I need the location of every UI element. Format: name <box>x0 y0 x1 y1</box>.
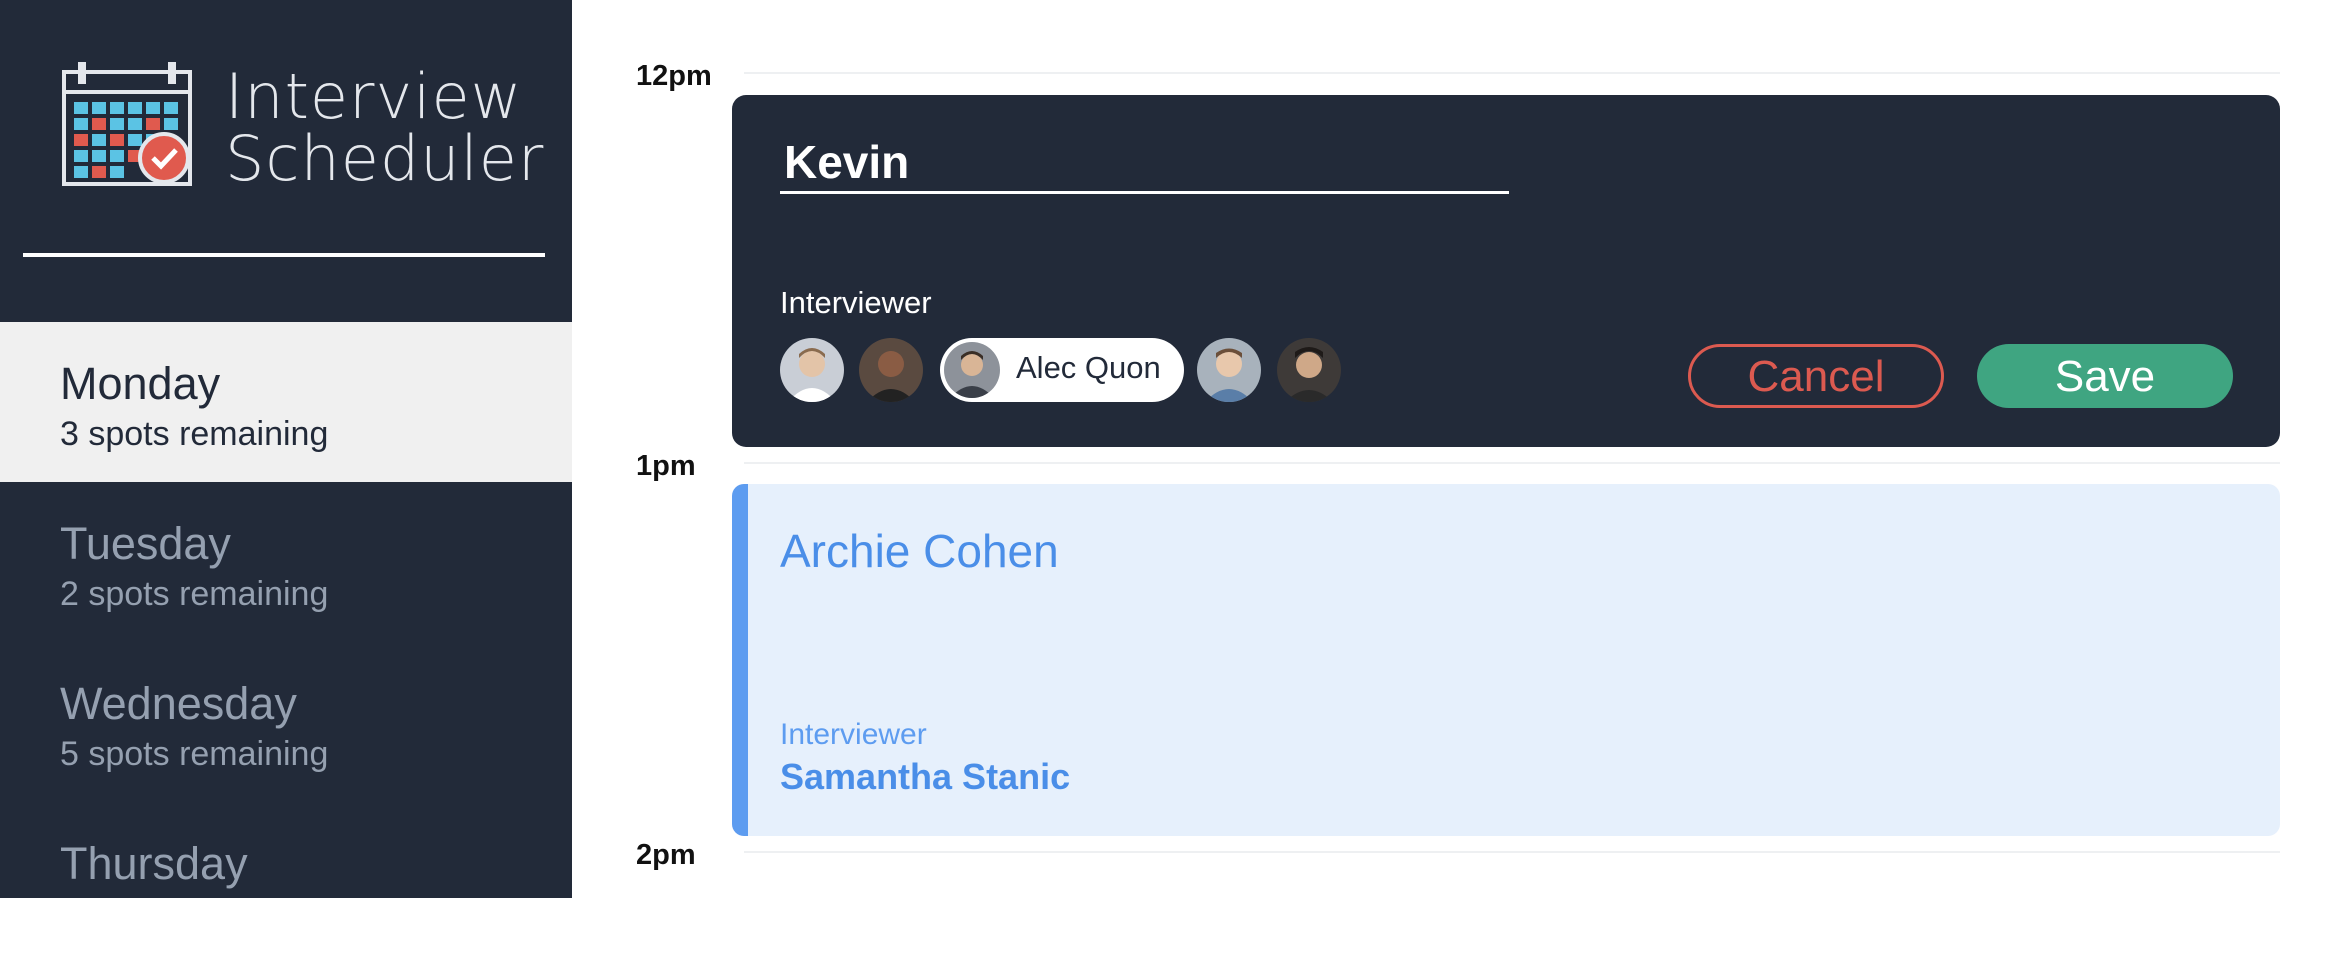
selected-interviewer-name: Alec Quon <box>1016 350 1161 385</box>
time-divider <box>744 72 2280 74</box>
interviewer-avatar[interactable] <box>780 338 844 402</box>
interviewer-avatar[interactable] <box>1197 338 1261 402</box>
appointment-card[interactable]: Archie Cohen Interviewer Samantha Stanic <box>732 484 2280 836</box>
day-name: Tuesday <box>60 518 231 569</box>
day-spots: 2 spots remaining <box>60 575 329 613</box>
time-label-1pm: 1pm <box>636 450 696 482</box>
day-item-tuesday[interactable]: Tuesday 2 spots remaining <box>0 482 572 642</box>
appointment-interviewer-label: Interviewer <box>780 718 927 751</box>
interviewer-label: Interviewer <box>780 285 932 320</box>
day-item-monday[interactable]: Monday 3 spots remaining <box>0 322 572 482</box>
calendar-logo-icon <box>60 60 196 190</box>
appointment-interviewer-name: Samantha Stanic <box>780 756 1071 797</box>
app-title-line2: Scheduler <box>225 122 545 195</box>
time-label-12pm: 12pm <box>636 60 712 92</box>
time-divider <box>744 462 2280 464</box>
app-title-line1: Interview <box>225 60 523 133</box>
sidebar: Interview Scheduler Monday 3 spots remai… <box>0 0 572 898</box>
student-name-input[interactable] <box>780 133 1509 194</box>
day-name: Wednesday <box>60 678 297 729</box>
day-spots: 3 spots remaining <box>60 415 329 453</box>
day-spots: 5 spots remaining <box>60 735 329 773</box>
appointment-student-name: Archie Cohen <box>780 525 1059 577</box>
app-title: Interview Scheduler <box>225 66 544 190</box>
appointment-accent-bar <box>732 484 748 836</box>
day-item-wednesday[interactable]: Wednesday 5 spots remaining <box>0 642 572 802</box>
interviewer-avatar <box>944 342 1000 398</box>
interviewer-avatar[interactable] <box>1277 338 1341 402</box>
day-name: Monday <box>60 358 221 409</box>
save-button[interactable]: Save <box>1977 344 2233 408</box>
appointment-edit-form: Interviewer Alec Quon <box>732 95 2280 447</box>
time-label-2pm: 2pm <box>636 839 696 871</box>
cancel-button[interactable]: Cancel <box>1688 344 1944 408</box>
selected-interviewer-pill[interactable]: Alec Quon <box>940 338 1184 402</box>
day-name: Thursday <box>60 838 248 889</box>
day-item-thursday[interactable]: Thursday <box>0 802 572 962</box>
time-divider <box>744 851 2280 853</box>
interviewer-avatar[interactable] <box>859 338 923 402</box>
sidebar-divider <box>23 253 545 257</box>
